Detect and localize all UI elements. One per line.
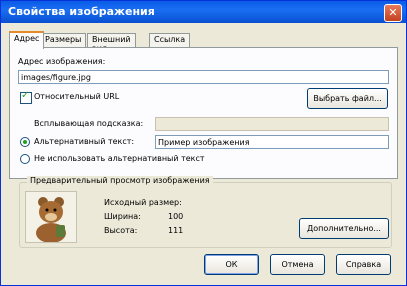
alt-text-radio[interactable] [20,137,30,147]
height-value: 111 [168,226,184,235]
image-properties-dialog: Свойства изображения ✕ Адрес Размеры Вне… [0,0,407,286]
advanced-button[interactable]: Дополнительно... [299,218,389,239]
relative-url-label: Относительный URL [34,92,120,101]
tab-appearance[interactable]: Внешний вид [87,33,136,53]
window-title: Свойства изображения [8,5,155,18]
tooltip-label: Всплывающая подсказка: [34,119,144,128]
width-label: Ширина: [104,212,141,221]
width-value: 100 [168,212,184,221]
original-size-label: Исходный размер: [104,198,182,207]
bear-thumbnail-icon [26,192,76,243]
tab-link[interactable]: Ссылка [149,33,191,48]
ok-button[interactable]: ОК [204,254,259,275]
close-button[interactable]: ✕ [384,4,402,22]
title-bar[interactable]: Свойства изображения ✕ [1,1,406,23]
height-label: Высота: [104,226,138,235]
tooltip-input[interactable] [155,117,389,131]
choose-file-button[interactable]: Выбрать файл... [307,88,388,109]
tab-dimensions[interactable]: Размеры [40,33,87,48]
alt-text-input[interactable]: Пример изображения [155,135,389,149]
image-address-input[interactable]: images/figure.jpg [18,70,389,84]
close-icon: ✕ [388,6,398,19]
tab-address[interactable]: Адрес [9,31,45,49]
cancel-button[interactable]: Отмена [270,254,325,275]
preview-group-title: Предварительный просмотр изображения [27,176,213,185]
alt-text-label: Альтернативный текст: [34,137,135,146]
no-alt-text-label: Не использовать альтернативный текст [34,154,205,163]
no-alt-text-radio[interactable] [20,154,30,164]
relative-url-checkbox[interactable] [20,90,32,104]
image-preview [25,191,77,243]
image-address-label: Адрес изображения: [18,57,106,66]
help-button[interactable]: Справка [336,254,391,275]
